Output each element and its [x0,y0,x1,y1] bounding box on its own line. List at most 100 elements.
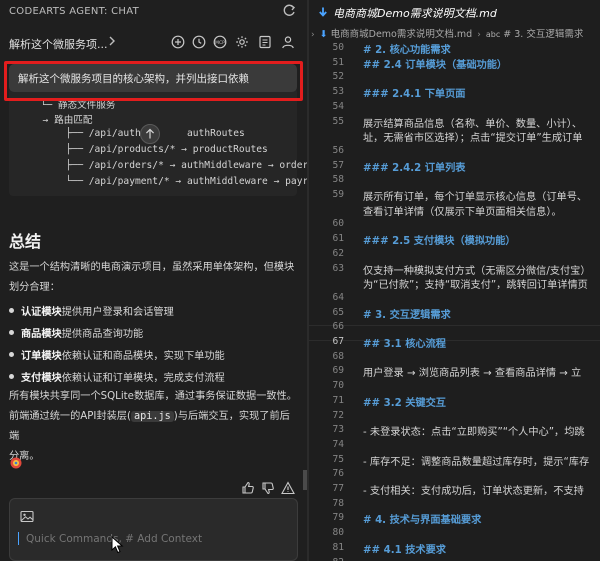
account-icon[interactable] [281,35,295,49]
line-number: 81 [332,541,344,553]
markdown-heading-line: # 2. 核心功能需求 [363,45,451,56]
line-number: 64 [332,291,344,303]
intro-line: 这是一个结构清晰的电商演示项目，虽然采用单体架构，但模块 [9,262,295,273]
line-number: 58 [332,174,344,186]
scroll-up-button[interactable] [140,124,160,144]
line-number: 82 [309,557,344,561]
markdown-text-line: - 未登录状态：点击“立即购买”“个人中心”，均跳 [363,427,585,439]
markdown-heading-line: ## 3.1 核心流程 [363,339,446,350]
closing-line: 分离。 [9,451,40,462]
line-number: 75 [332,453,344,465]
markdown-heading-line: ### 2.4.2 订单列表 [363,162,466,174]
editor-tab[interactable]: 电商商城Demo需求说明文档.md [309,0,600,24]
line-number: 62 [332,247,344,259]
history-icon[interactable] [192,35,206,49]
mcp-icon[interactable]: MCP [213,35,227,49]
thumbs-up-icon[interactable] [241,481,255,495]
editor-tab-label: 电商商城Demo需求说明文档.md [333,7,497,20]
agent-avatar-icon [10,457,22,469]
breadcrumb-markdown-icon: ⬇ [319,29,328,40]
line-number: 63 [332,262,344,274]
code-line: authRoutes [187,128,245,139]
markdown-text-line: 查看订单详情（仅展示下单页面相关信息）。 [363,206,562,218]
markdown-heading-line: ### 2.4.1 下单页面 [363,89,466,101]
code-line: ├── /api/orders/* → authMiddleware → ord… [31,160,307,171]
add-icon[interactable] [171,35,185,49]
image-attach-icon[interactable] [20,510,34,523]
markdown-text-line: - 库存不足：调整商品数量超过库存时，提示“库存 [363,456,590,468]
chat-session-title[interactable]: 解析这个微服务项... [9,36,108,52]
line-number: 51 [332,56,344,68]
markdown-text-line: 展示结算商品信息（名称、单价、数量、小计）、 [363,118,583,130]
list-item: 订单模块依赖认证和商品模块，实现下单功能 [9,347,225,362]
user-message-bubble[interactable]: 解析这个微服务项目的核心架构，并列出接口依赖 [9,64,297,92]
closing-line: 所有模块共享同一个SQLite数据库，通过事务保证数据一致性。 [9,391,297,402]
intro-line: 划分合理： [9,282,60,293]
mouse-cursor-icon [111,536,124,554]
line-number: 59 [332,189,344,200]
markdown-text-line: 址，无需省市区选择）；点击“提交订单”生成订单 [363,133,583,145]
intro-paragraph: 这是一个结构清晰的电商演示项目，虽然采用单体架构，但模块 划分合理： [9,258,299,298]
chat-input-box[interactable] [9,498,298,561]
markdown-heading-line: ## 2.4 订单模块（基础功能） [363,59,508,71]
code-line: ├── /api/auth/ [31,128,147,139]
markdown-text-line: - 支付相关：支付成功后，订单状态更新，不支持 [363,486,584,497]
markdown-text-line: 用户登录 → 浏览商品列表 → 查看商品详情 → 立 [363,368,582,380]
line-number: 50 [332,42,344,53]
list-item: 支付模块依赖认证和订单模块，完成支付流程 [9,369,225,384]
line-number: 77 [332,483,344,494]
breadcrumb-chevron-icon: › [477,30,481,40]
line-number: 78 [332,497,344,509]
active-line-highlight [309,325,600,341]
line-number: 67 [332,336,344,347]
chevron-right-icon[interactable] [106,34,118,48]
markdown-text-line: 展示所有订单，每个订单显示核心信息（订单号、 [363,192,588,203]
line-number: 54 [332,100,344,112]
warning-icon[interactable] [281,481,295,495]
breadcrumb-file[interactable]: 电商商城Demo需求说明文档.md [331,29,473,40]
line-number: 60 [332,218,344,230]
document-icon[interactable] [258,35,272,49]
breadcrumb-chevron-icon: › [311,30,315,40]
code-line: → 路由匹配 [31,115,93,126]
user-message-text: 解析这个微服务项目的核心架构，并列出接口依赖 [18,73,249,85]
markdown-heading-line: ### 2.5 支付模块（模拟功能） [363,236,516,248]
code-line: └── /api/payment/* → authMiddleware → pa… [31,176,307,187]
editor-panel: 电商商城Demo需求说明文档.md › ⬇ 电商商城Demo需求说明文档.md … [309,0,600,561]
breadcrumb-symbol-icon: abc [485,30,501,39]
chat-header: CODEARTS AGENT: CHAT [0,0,307,24]
settings-icon[interactable] [235,35,249,49]
chat-panel: CODEARTS AGENT: CHAT 解析这个微服务项... MCP 解析这… [0,0,307,561]
line-number: 68 [332,350,344,362]
inline-code: api.js [130,411,174,422]
text-caret [18,532,19,545]
markdown-text-line: 为“已付款”；支持“取消支付”，跳转回订单详情页 [363,280,588,292]
breadcrumb-section[interactable]: # 3. 交互逻辑需求 [503,29,583,40]
refresh-icon[interactable] [281,3,297,19]
chat-header-title: CODEARTS AGENT: CHAT [9,6,140,17]
list-item: 认证模块提供用户登录和会话管理 [9,303,174,318]
closing-line: 前端通过统一的API封装层(api.js)与后端交互，实现了前后端 [9,411,290,442]
line-number: 71 [332,394,344,406]
line-number: 57 [332,159,344,171]
line-number: 66 [332,321,344,333]
thumbs-down-icon[interactable] [261,481,275,495]
markdown-file-icon [319,7,327,17]
code-line: └─ 静态文件服务 [29,100,116,111]
closing-paragraph: 所有模块共享同一个SQLite数据库，通过事务保证数据一致性。 前端通过统一的A… [9,387,299,467]
line-number: 72 [332,409,344,421]
summary-heading: 总结 [9,232,42,251]
line-number: 52 [332,71,344,83]
line-number: 74 [332,438,344,450]
line-number: 70 [332,380,344,392]
chat-tabbar: 解析这个微服务项... MCP [0,31,307,55]
markdown-heading-line: # 3. 交互逻辑需求 [363,309,451,321]
markdown-heading-line: # 4. 技术与界面基础要求 [363,515,482,527]
markdown-text-line: 仅支持一种模拟支付方式（无需区分微信/支付宝） [363,265,591,277]
list-item: 商品模块提供商品查询功能 [8,325,143,340]
line-number: 55 [332,115,344,127]
line-number: 61 [332,233,344,245]
line-number: 69 [332,365,344,377]
line-number: 56 [332,144,344,156]
markdown-heading-line: ## 3.2 关键交互 [363,397,446,409]
